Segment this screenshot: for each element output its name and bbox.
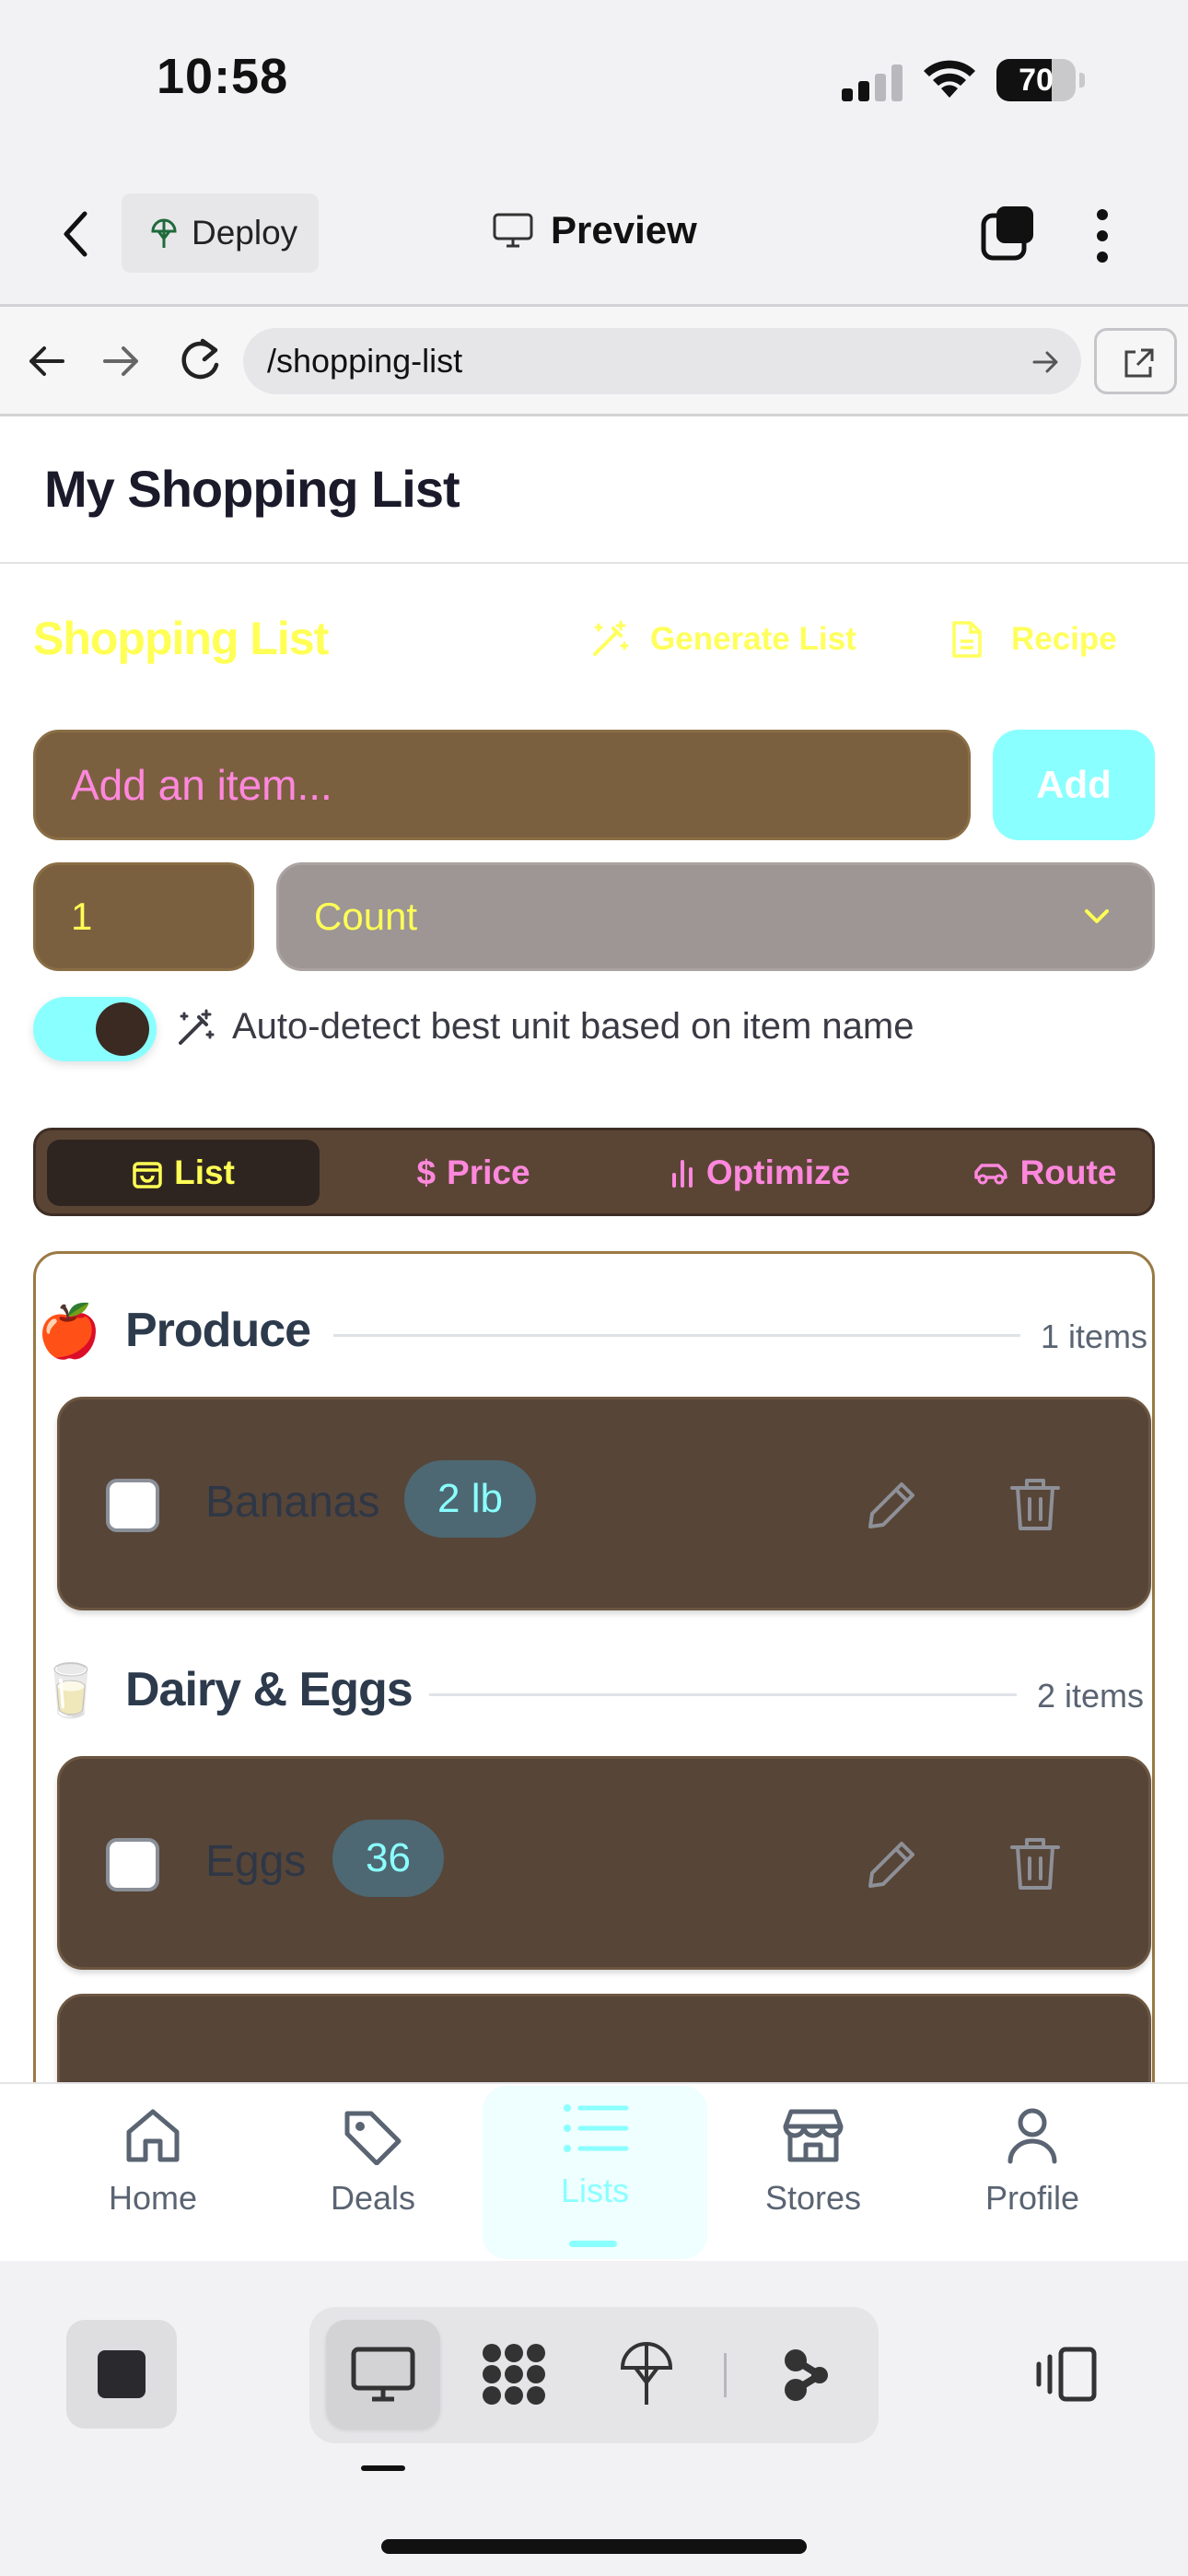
auto-detect-label: Auto-detect best unit based on item name <box>232 1006 914 1047</box>
tab-route-label: Route <box>1019 1153 1117 1191</box>
browser-forward-icon[interactable] <box>101 343 142 380</box>
bar-chart-icon <box>671 1160 693 1188</box>
document-icon <box>952 621 982 658</box>
divider <box>333 1334 1020 1337</box>
page-title: My Shopping List <box>44 460 460 518</box>
tabs-icon[interactable] <box>980 205 1035 262</box>
section-title: Shopping List <box>33 613 329 664</box>
status-time: 10:58 <box>157 49 289 104</box>
external-link-icon <box>1124 348 1154 378</box>
apple-icon: 🍎 <box>37 1302 101 1360</box>
auto-detect-toggle[interactable] <box>33 997 157 1061</box>
deploy-icon <box>151 218 177 248</box>
edit-pencil-icon[interactable] <box>863 1477 920 1534</box>
add-button[interactable]: Add <box>993 730 1155 840</box>
user-icon <box>1007 2108 1057 2164</box>
tab-route[interactable]: Route <box>911 1140 1178 1206</box>
preview-title[interactable]: Preview <box>492 208 697 252</box>
trash-icon[interactable] <box>1008 1834 1062 1893</box>
tab-price[interactable]: $ Price <box>340 1140 607 1206</box>
back-chevron-icon[interactable] <box>57 208 94 260</box>
shopping-bag-icon <box>133 1162 162 1188</box>
home-indicator <box>381 2539 807 2554</box>
tab-optimize-label: Optimize <box>705 1153 851 1191</box>
item-checkbox[interactable] <box>106 1479 159 1532</box>
category-count: 2 items <box>1037 1677 1145 1715</box>
tab-price-label: Price <box>447 1153 530 1191</box>
nav-lists[interactable]: Lists <box>503 2099 687 2210</box>
browser-back-icon[interactable] <box>26 343 66 380</box>
item-name: Eggs <box>205 1837 307 1886</box>
active-tool-indicator <box>361 2465 405 2471</box>
chevron-down-icon <box>1085 909 1109 923</box>
cellular-signal-icon <box>842 64 903 101</box>
divider <box>429 1693 1017 1696</box>
wifi-icon <box>924 60 975 98</box>
generate-list-label: Generate List <box>650 621 856 657</box>
magic-wand-icon <box>593 620 629 656</box>
divider <box>724 2353 727 2397</box>
dollar-icon: $ <box>416 1153 437 1191</box>
car-icon <box>973 1164 1007 1185</box>
nav-profile[interactable]: Profile <box>940 2106 1124 2218</box>
add-item-input[interactable]: Add an item... <box>33 730 971 840</box>
branch-icon[interactable] <box>779 2344 831 2406</box>
nav-home[interactable]: Home <box>61 2106 245 2218</box>
list-icon <box>564 2104 629 2152</box>
quantity-input[interactable]: 1 <box>33 862 254 971</box>
preview-label: Preview <box>551 208 697 252</box>
active-indicator <box>569 2241 617 2247</box>
deploy-button[interactable]: Deploy <box>122 193 319 273</box>
nav-profile-label: Profile <box>984 2179 1080 2217</box>
battery-icon: 70 <box>996 59 1085 101</box>
go-arrow-icon[interactable] <box>1031 348 1061 376</box>
nav-lists-label: Lists <box>560 2172 630 2209</box>
url-field[interactable]: /shopping-list <box>243 328 1081 394</box>
grid-blobs-icon[interactable] <box>479 2340 549 2408</box>
battery-level: 70 <box>1019 63 1054 98</box>
category-title: Dairy & Eggs <box>125 1663 413 1716</box>
tab-list-label: List <box>174 1153 235 1191</box>
store-icon <box>783 2109 844 2162</box>
list-item: Bananas 2 lb <box>57 1397 1151 1610</box>
generate-list-button[interactable]: Generate List <box>589 619 856 660</box>
divider <box>0 562 1188 564</box>
device-rotate-icon[interactable] <box>1031 2346 1100 2403</box>
monitor-icon <box>493 213 533 248</box>
recipe-button[interactable]: Recipe <box>950 619 1117 660</box>
stop-button[interactable] <box>66 2320 177 2429</box>
magic-wand-icon <box>179 1009 215 1045</box>
nav-stores-label: Stores <box>764 2179 862 2217</box>
view-tabs: List $ Price Optimize Route <box>33 1128 1155 1216</box>
nav-deals[interactable]: Deals <box>281 2106 465 2218</box>
monitor-icon[interactable] <box>350 2346 416 2403</box>
deploy-label: Deploy <box>192 214 298 252</box>
home-icon <box>126 2109 180 2162</box>
milk-glass-icon: 🥛 <box>39 1661 103 1719</box>
item-checkbox[interactable] <box>106 1838 159 1891</box>
nav-home-label: Home <box>108 2179 198 2217</box>
tab-optimize[interactable]: Optimize <box>612 1140 907 1206</box>
nav-deals-label: Deals <box>330 2179 416 2217</box>
edit-pencil-icon[interactable] <box>863 1836 920 1893</box>
tab-list[interactable]: List <box>47 1140 320 1206</box>
category-count: 1 items <box>1041 1317 1148 1355</box>
recipe-label: Recipe <box>1011 621 1117 657</box>
trash-icon[interactable] <box>1008 1475 1062 1534</box>
open-external-button[interactable] <box>1094 328 1177 394</box>
tag-icon <box>344 2111 402 2166</box>
category-title: Produce <box>125 1304 311 1357</box>
reload-icon[interactable] <box>177 335 223 385</box>
quantity-badge: 36 <box>332 1820 444 1897</box>
quantity-badge: 2 lb <box>404 1460 536 1538</box>
nav-stores[interactable]: Stores <box>721 2106 905 2218</box>
item-name: Bananas <box>205 1478 380 1527</box>
list-item: Eggs 36 <box>57 1756 1151 1970</box>
unit-select[interactable]: Count <box>276 862 1155 971</box>
more-options-icon[interactable] <box>1092 208 1112 263</box>
deploy-icon[interactable] <box>619 2340 674 2408</box>
